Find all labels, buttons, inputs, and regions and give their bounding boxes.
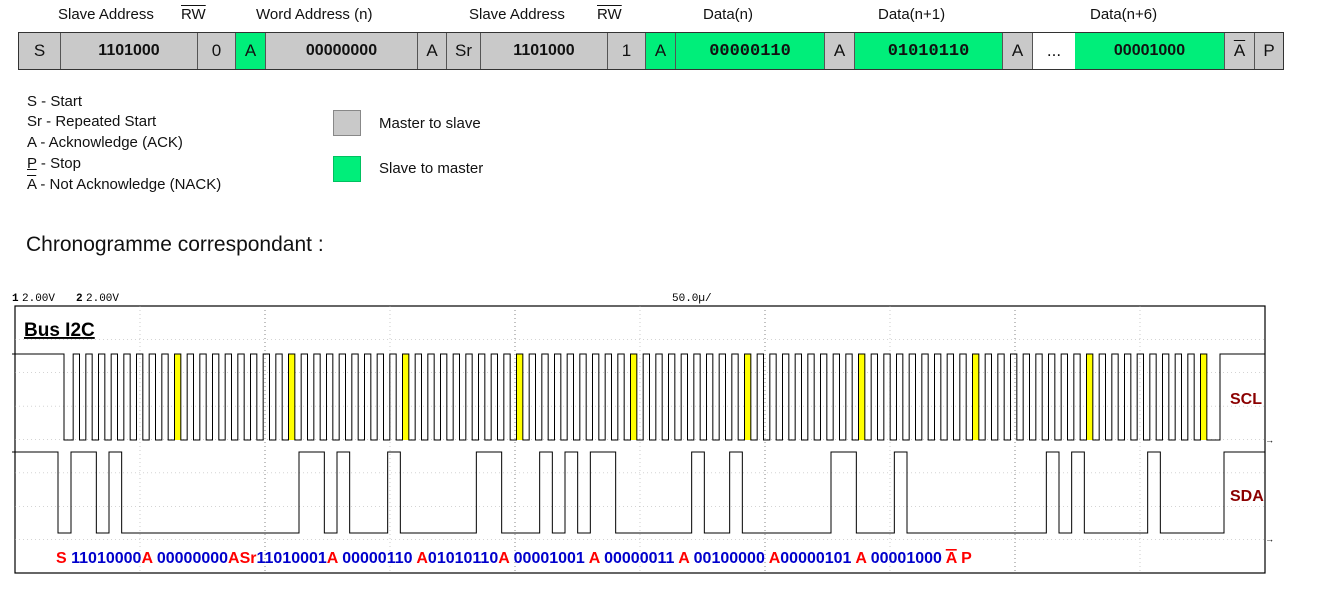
ch2-ground-marker: →	[1267, 535, 1273, 545]
cell-ack-3: A	[646, 33, 676, 69]
decode-segment: 00000110	[342, 550, 416, 567]
oscilloscope-capture: 1 2.00V 2 2.00V 50.0µ/ Bus I2C SCL SDA →…	[12, 293, 1273, 574]
header-data-n: Data(n)	[703, 6, 754, 23]
decode-segment: P	[957, 550, 972, 567]
decode-segment: A	[855, 550, 870, 567]
decode-segment: 00001000	[871, 550, 946, 567]
ack-highlight	[630, 354, 637, 440]
cell-data-n: 00000110	[676, 33, 825, 69]
ack-highlight	[402, 354, 409, 440]
legend-start: S - Start	[27, 93, 83, 110]
ack-highlight	[1086, 354, 1093, 440]
ch1-scale: 2.00V	[22, 293, 55, 305]
ack-highlight	[174, 354, 181, 440]
legend-slave-to-master: Slave to master	[379, 160, 484, 177]
decode-segment: A	[589, 550, 604, 567]
legend-stop-text: - Stop	[36, 155, 81, 172]
ack-highlight	[516, 354, 523, 440]
header-slave-address-2: Slave Address	[469, 6, 565, 23]
decode-segment: A	[498, 550, 513, 567]
ch2-number: 2	[76, 293, 83, 305]
cell-slave-address-2: 1101000	[481, 33, 608, 69]
ch1-number: 1	[12, 293, 19, 305]
cell-data-n1: 01010110	[855, 33, 1003, 69]
scl-label: SCL	[1230, 391, 1262, 408]
cell-nack: A	[1225, 33, 1255, 69]
timebase: 50.0µ/	[672, 293, 712, 305]
cell-slave-address-1: 1101000	[61, 33, 198, 69]
master-to-slave-swatch	[333, 110, 361, 136]
decode-segment: A	[416, 550, 428, 567]
decode-segment: A	[678, 550, 693, 567]
chronogram-title: Chronogramme correspondant :	[26, 233, 324, 256]
ack-highlight	[744, 354, 751, 440]
ack-highlights	[174, 354, 1207, 440]
cell-data-n6: 00001000	[1075, 33, 1225, 69]
header-rw-1: RW	[181, 6, 206, 23]
decode-segment: ASr	[228, 550, 256, 567]
decode-segment: 01010110	[428, 550, 498, 567]
header-data-n6: Data(n+6)	[1090, 6, 1158, 23]
slave-to-master-swatch	[333, 156, 361, 182]
header-word-address: Word Address (n)	[256, 6, 373, 23]
legend-nack: A - Not Acknowledge (NACK)	[27, 175, 221, 195]
ch1-ground-marker: →	[1267, 436, 1273, 446]
cell-ack-5: A	[1003, 33, 1033, 69]
cell-rw-bit-2: 1	[608, 33, 646, 69]
ack-highlight	[288, 354, 295, 440]
header-rw-2: RW	[597, 6, 622, 23]
cell-ack-4: A	[825, 33, 855, 69]
cell-start: S	[19, 33, 61, 69]
cell-rw-bit-1: 0	[198, 33, 236, 69]
decode-segment: 00100000	[694, 550, 769, 567]
decode-segment: 00000000	[157, 550, 228, 567]
decode-segment: 11010001	[256, 550, 326, 567]
decode-segment: S	[56, 550, 71, 567]
ack-highlight	[858, 354, 865, 440]
i2c-frame-bar: S 1101000 0 A 00000000 A Sr 1101000 1 A …	[18, 32, 1284, 70]
cell-ack-1: A	[236, 33, 266, 69]
header-slave-address-1: Slave Address	[58, 6, 154, 23]
ch2-scale: 2.00V	[86, 293, 119, 305]
decode-segment: 00001001	[514, 550, 589, 567]
legend-ack: A - Acknowledge (ACK)	[27, 134, 183, 151]
cell-stop: P	[1255, 33, 1283, 69]
cell-repeated-start: Sr	[447, 33, 481, 69]
cell-word-address: 00000000	[266, 33, 418, 69]
legend-stop: P - Stop	[27, 154, 81, 174]
decode-segment: 11010000	[71, 550, 141, 567]
cell-ack-2: A	[418, 33, 447, 69]
legend-nack-letter: A	[27, 176, 37, 193]
decode-segment: 00000011	[604, 550, 678, 567]
legend-master-to-slave: Master to slave	[379, 115, 481, 132]
decode-segment: A	[769, 550, 781, 567]
ack-highlight	[1200, 354, 1207, 440]
legend-repeated-start: Sr - Repeated Start	[27, 113, 157, 130]
legend-stop-letter: P	[27, 155, 37, 172]
sda-trace	[12, 451, 1265, 534]
cell-ellipsis: ...	[1033, 33, 1075, 69]
decode-segment: 00000101	[780, 550, 855, 567]
scope-title: Bus I2C	[24, 320, 95, 341]
scl-trace	[12, 353, 1265, 441]
decode-segment: A	[327, 550, 342, 567]
decoded-bytes: S 11010000A 00000000ASr11010001A 0000011…	[56, 550, 972, 567]
decode-segment: A	[141, 550, 156, 567]
header-data-n1: Data(n+1)	[878, 6, 946, 23]
sda-label: SDA	[1230, 488, 1264, 505]
legend-nack-text: - Not Acknowledge (NACK)	[36, 176, 222, 193]
ack-highlight	[972, 354, 979, 440]
